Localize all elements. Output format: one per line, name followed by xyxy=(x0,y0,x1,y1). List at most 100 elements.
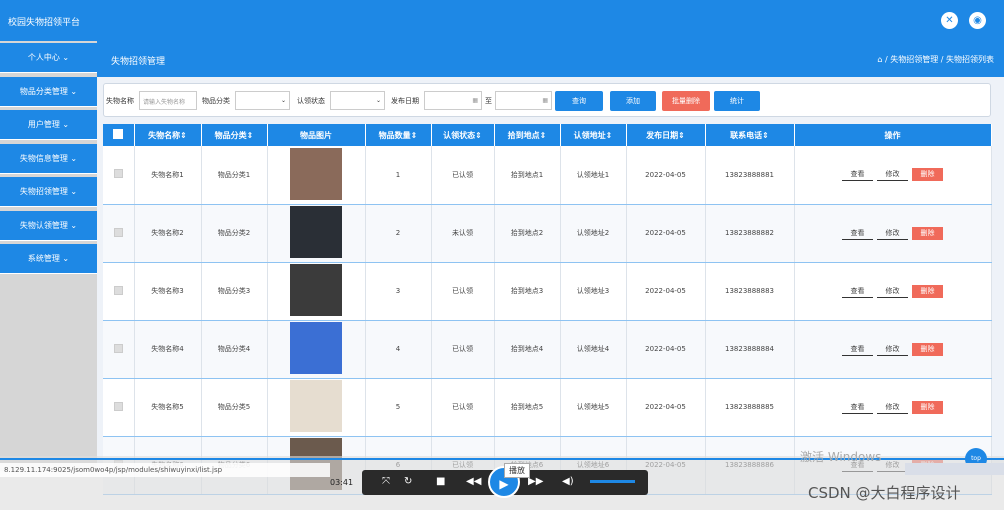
col-category[interactable]: 物品分类⇕ xyxy=(201,124,268,146)
row-checkbox[interactable] xyxy=(103,146,135,205)
date-end-input[interactable]: ▦ xyxy=(495,91,552,110)
cell-date: 2022-04-05 xyxy=(626,146,706,205)
edit-button[interactable]: 修改 xyxy=(877,401,908,414)
delete-button[interactable]: 删除 xyxy=(912,284,943,298)
cell-claim: 认领地址4 xyxy=(560,320,627,379)
cell-category: 物品分类4 xyxy=(201,320,268,379)
view-button[interactable]: 查看 xyxy=(842,168,873,182)
col-date[interactable]: 发布日期⇕ xyxy=(626,124,706,146)
cell-found: 拾到地点5 xyxy=(494,378,561,437)
category-select[interactable]: ⌄ xyxy=(235,91,290,110)
cell-claim: 认领地址1 xyxy=(560,146,627,205)
cell-name: 失物名称5 xyxy=(134,378,202,437)
cell-qty: 4 xyxy=(365,320,432,379)
stop-icon[interactable]: ■ xyxy=(436,476,445,487)
forward-icon[interactable]: ▶▶ xyxy=(528,476,543,487)
cell-qty: 2 xyxy=(365,204,432,263)
view-button[interactable]: 查看 xyxy=(842,285,873,298)
status-url: 8.129.11.174:9025/jsom0wo4p/jsp/modules/… xyxy=(0,463,330,477)
sidebar-item-claim[interactable]: 失物认领管理 ⌄ xyxy=(0,211,97,241)
cell-status: 已认领 xyxy=(431,378,495,437)
item-image xyxy=(290,264,342,316)
cell-image xyxy=(267,320,366,379)
to-label: 至 xyxy=(485,97,492,105)
page-title: 失物招领管理 xyxy=(111,57,166,67)
col-name[interactable]: 失物名称⇕ xyxy=(134,124,202,146)
item-image xyxy=(290,380,342,432)
item-image xyxy=(290,322,342,374)
view-button[interactable]: 查看 xyxy=(842,343,873,356)
sidebar-item-users[interactable]: 用户管理 ⌄ xyxy=(0,110,97,140)
sidebar-item-lost-info[interactable]: 失物信息管理 ⌄ xyxy=(0,144,97,174)
cell-date: 2022-04-05 xyxy=(626,320,706,379)
row-checkbox[interactable] xyxy=(103,320,135,379)
system-tray xyxy=(905,463,1004,475)
sidebar-item-profile[interactable]: 个人中心 ⌄ xyxy=(0,43,97,73)
view-button[interactable]: 查看 xyxy=(842,401,873,414)
row-checkbox[interactable] xyxy=(103,204,135,263)
cell-claim: 认领地址2 xyxy=(560,204,627,263)
name-input[interactable]: 请输入失物名称 xyxy=(139,91,197,110)
breadcrumb[interactable]: ⌂ / 失物招领管理 / 失物招领列表 xyxy=(877,54,994,65)
volume-icon[interactable]: ◀) xyxy=(562,476,574,487)
cell-image xyxy=(267,262,366,321)
col-claim[interactable]: 认领地址⇕ xyxy=(560,124,627,146)
stats-button[interactable]: 统计 xyxy=(714,91,760,111)
sidebar-item-found[interactable]: 失物招领管理 ⌄ xyxy=(0,177,97,207)
cell-category: 物品分类5 xyxy=(201,378,268,437)
table-row: 失物名称3 物品分类3 3 已认领 拾到地点3 认领地址3 2022-04-05 138238… xyxy=(103,262,992,321)
cell-name: 失物名称4 xyxy=(134,320,202,379)
sidebar-item-category[interactable]: 物品分类管理 ⌄ xyxy=(0,77,97,107)
cell-status: 未认领 xyxy=(431,204,495,263)
date-label: 发布日期 xyxy=(391,97,419,105)
cell-found: 拾到地点2 xyxy=(494,204,561,263)
lost-items-table: 失物名称⇕ 物品分类⇕ 物品图片 物品数量⇕ 认领状态⇕ 拾到地点⇕ 认领地址⇕… xyxy=(103,124,992,495)
delete-button[interactable]: 删除 xyxy=(912,226,943,240)
query-button[interactable]: 查询 xyxy=(555,91,603,111)
cell-qty: 5 xyxy=(365,378,432,437)
view-button[interactable]: 查看 xyxy=(842,227,873,240)
cell-image xyxy=(267,204,366,263)
cell-date: 2022-04-05 xyxy=(626,204,706,263)
cell-name: 失物名称2 xyxy=(134,204,202,263)
select-all-checkbox[interactable] xyxy=(103,124,135,146)
cell-claim: 认领地址5 xyxy=(560,378,627,437)
item-image xyxy=(290,206,342,258)
delete-button[interactable]: 删除 xyxy=(912,342,943,356)
edit-button[interactable]: 修改 xyxy=(877,227,908,240)
cell-phone: 13823888881 xyxy=(705,146,795,205)
name-label: 失物名称 xyxy=(106,97,134,105)
col-found[interactable]: 拾到地点⇕ xyxy=(494,124,561,146)
delete-button[interactable]: 删除 xyxy=(912,168,943,182)
replay-icon[interactable]: ↻ xyxy=(404,476,412,487)
delete-button[interactable]: 删除 xyxy=(912,400,943,414)
col-status[interactable]: 认领状态⇕ xyxy=(431,124,495,146)
row-checkbox[interactable] xyxy=(103,378,135,437)
cell-status: 已认领 xyxy=(431,146,495,205)
close-icon[interactable]: ✕ xyxy=(941,12,958,29)
col-image: 物品图片 xyxy=(267,124,366,146)
sidebar-item-system[interactable]: 系统管理 ⌄ xyxy=(0,244,97,274)
csdn-watermark: CSDN @大白程序设计 xyxy=(808,484,961,502)
fullscreen-exit-icon[interactable]: ⤧ xyxy=(382,476,390,487)
col-actions: 操作 xyxy=(794,124,992,146)
cell-category: 物品分类3 xyxy=(201,262,268,321)
table-row: 失物名称4 物品分类4 4 已认领 拾到地点4 认领地址4 2022-04-05 138238… xyxy=(103,320,992,379)
user-icon[interactable]: ◉ xyxy=(969,12,986,29)
col-qty[interactable]: 物品数量⇕ xyxy=(365,124,432,146)
date-start-input[interactable]: ▦ xyxy=(424,91,482,110)
edit-button[interactable]: 修改 xyxy=(877,285,908,298)
table-row: 失物名称1 物品分类1 1 已认领 拾到地点1 认领地址1 2022-04-05 138238… xyxy=(103,146,992,205)
volume-slider[interactable] xyxy=(590,480,635,483)
edit-button[interactable]: 修改 xyxy=(877,343,908,356)
edit-button[interactable]: 修改 xyxy=(877,168,908,182)
batch-delete-button[interactable]: 批量删除 xyxy=(662,91,710,111)
cell-phone: 13823888885 xyxy=(705,378,795,437)
row-checkbox[interactable] xyxy=(103,262,135,321)
add-button[interactable]: 添加 xyxy=(610,91,656,111)
cell-found: 拾到地点3 xyxy=(494,262,561,321)
cell-found: 拾到地点1 xyxy=(494,146,561,205)
rewind-icon[interactable]: ◀◀ xyxy=(466,476,481,487)
col-phone[interactable]: 联系电话⇕ xyxy=(705,124,795,146)
status-select[interactable]: ⌄ xyxy=(330,91,385,110)
